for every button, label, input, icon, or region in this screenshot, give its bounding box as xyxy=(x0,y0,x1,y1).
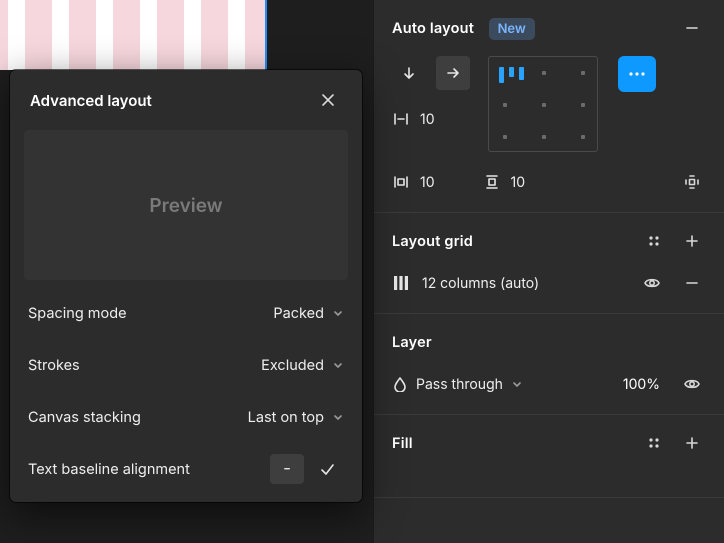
layout-grid-row[interactable]: 12 columns (auto) xyxy=(392,269,706,297)
canvas-stacking-dropdown[interactable]: Last on top xyxy=(248,409,344,426)
eye-icon xyxy=(683,375,701,393)
strokes-row: Strokes Excluded xyxy=(28,350,344,380)
text-baseline-on-button[interactable] xyxy=(310,454,344,484)
eye-icon xyxy=(643,274,661,292)
section-title: Auto layout xyxy=(392,20,474,37)
padding-vertical-field[interactable]: 10 xyxy=(483,173,526,191)
gap-field[interactable]: 10 xyxy=(392,104,470,134)
padding-horizontal-icon xyxy=(392,173,410,191)
layer-section: Layer Pass through 100% xyxy=(374,314,724,415)
spacing-mode-label: Spacing mode xyxy=(28,305,127,322)
close-icon[interactable] xyxy=(314,86,342,114)
styles-icon xyxy=(647,436,661,450)
arrow-right-icon xyxy=(445,65,461,81)
layout-grid-section: Layout grid 12 columns (auto) xyxy=(374,213,724,314)
canvas-frame[interactable] xyxy=(0,0,266,70)
remove-grid-button[interactable] xyxy=(678,269,706,297)
chevron-down-icon xyxy=(332,307,344,319)
section-title: Layout grid xyxy=(392,233,473,250)
align-top-left-indicator xyxy=(499,67,524,83)
fill-section: Fill xyxy=(374,415,724,498)
ellipsis-icon xyxy=(627,70,647,78)
add-fill-button[interactable] xyxy=(678,429,706,457)
columns-icon xyxy=(392,274,410,292)
add-grid-button[interactable] xyxy=(678,227,706,255)
new-badge: New xyxy=(489,18,535,40)
droplet-icon xyxy=(392,376,408,392)
preview-area: Preview xyxy=(24,130,348,280)
spacing-mode-dropdown[interactable]: Packed xyxy=(273,305,344,322)
direction-vertical-button[interactable] xyxy=(392,56,426,90)
arrow-down-icon xyxy=(401,65,417,81)
strokes-label: Strokes xyxy=(28,357,80,374)
styles-icon xyxy=(647,234,661,248)
minus-icon xyxy=(684,275,700,291)
padding-individual-icon xyxy=(683,173,701,191)
text-baseline-off-button[interactable]: - xyxy=(270,454,304,484)
plus-icon xyxy=(684,233,700,249)
auto-layout-more-button[interactable] xyxy=(618,56,656,92)
padding-horizontal-field[interactable]: 10 xyxy=(392,173,435,191)
alignment-grid[interactable] xyxy=(488,56,598,152)
grid-label: 12 columns (auto) xyxy=(422,275,626,292)
gap-icon xyxy=(392,110,410,128)
toggle-layer-visibility-button[interactable] xyxy=(678,370,706,398)
auto-layout-section: Auto layout New xyxy=(374,0,724,213)
padding-expand-button[interactable] xyxy=(678,168,706,196)
chevron-down-icon xyxy=(332,411,344,423)
chevron-down-icon xyxy=(511,378,523,390)
advanced-layout-popover: Advanced layout Preview Spacing mode Pac… xyxy=(10,70,362,502)
section-title: Fill xyxy=(392,435,413,452)
canvas-stacking-label: Canvas stacking xyxy=(28,409,141,426)
padding-vertical-icon xyxy=(483,173,501,191)
strokes-dropdown[interactable]: Excluded xyxy=(261,357,344,374)
chevron-down-icon xyxy=(332,359,344,371)
opacity-field[interactable]: 100% xyxy=(623,376,660,393)
remove-auto-layout-button[interactable] xyxy=(678,14,706,42)
canvas-stacking-row: Canvas stacking Last on top xyxy=(28,402,344,432)
section-title: Layer xyxy=(392,334,432,351)
popover-title: Advanced layout xyxy=(30,91,152,110)
toggle-grid-visibility-button[interactable] xyxy=(638,269,666,297)
plus-icon xyxy=(684,435,700,451)
blend-mode-dropdown[interactable]: Pass through xyxy=(392,376,613,393)
text-baseline-label: Text baseline alignment xyxy=(28,461,190,478)
direction-horizontal-button[interactable] xyxy=(436,56,470,90)
text-baseline-row: Text baseline alignment - xyxy=(28,454,344,484)
properties-sidebar: Auto layout New xyxy=(373,0,724,543)
fill-styles-button[interactable] xyxy=(640,429,668,457)
spacing-mode-row: Spacing mode Packed xyxy=(28,298,344,328)
canvas[interactable]: Advanced layout Preview Spacing mode Pac… xyxy=(0,0,373,543)
grid-styles-button[interactable] xyxy=(640,227,668,255)
